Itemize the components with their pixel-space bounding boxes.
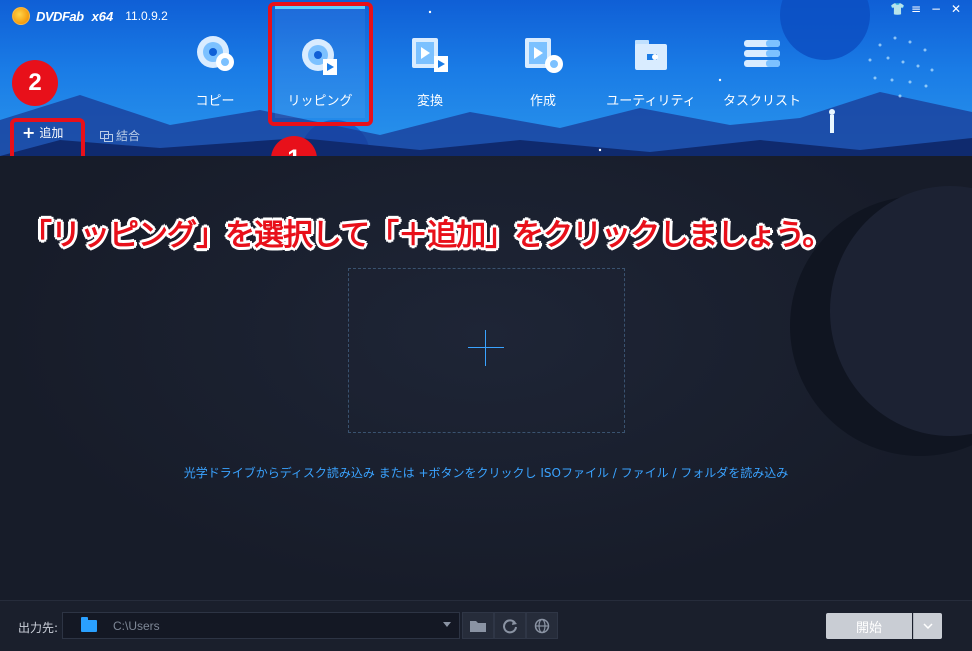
close-icon[interactable]: ✕: [950, 2, 962, 16]
skin-icon[interactable]: 👕: [890, 2, 905, 16]
nav-item-convert[interactable]: 変換: [385, 6, 475, 118]
output-label: 出力先:: [18, 621, 59, 635]
nav-item-create[interactable]: 作成: [498, 6, 588, 118]
menu-icon[interactable]: ≡: [910, 2, 922, 16]
output-path: C:\Users: [113, 619, 160, 633]
video-create-icon: [525, 38, 563, 73]
start-options-button[interactable]: [913, 613, 942, 639]
disc-copy-icon: [197, 36, 234, 71]
folder-icon: [81, 617, 97, 632]
browse-folder-button[interactable]: [462, 612, 494, 639]
open-folder-icon: [470, 620, 486, 632]
nav-label: コピー: [195, 94, 235, 109]
refresh-icon: [503, 618, 517, 633]
dvdfab-logo-icon: [12, 7, 30, 25]
task-list-icon: [744, 40, 780, 67]
globe-icon: [534, 618, 550, 633]
nav-label: 作成: [529, 94, 556, 109]
highlight-ripping: [268, 2, 373, 126]
step-badge-2: 2: [12, 60, 58, 106]
merge-icon: [100, 130, 113, 142]
nav-label: 変換: [416, 94, 443, 109]
start-button[interactable]: 開始: [826, 613, 912, 639]
add-source-plus-icon[interactable]: [468, 330, 504, 366]
video-convert-icon: [412, 38, 448, 72]
hint-text: 光学ドライブからディスク読み込み または +ボタンをクリックし ISOファイル …: [183, 466, 789, 480]
refresh-button[interactable]: [494, 612, 526, 639]
footer-bar: 出力先: C:\Users 開始: [0, 600, 972, 651]
app-logo: DVDFab x64 11.0.9.2: [12, 6, 168, 26]
instruction-text: 「リッピング」を選択して「＋追加」をクリックしましょう。: [22, 218, 832, 253]
merge-label: 結合: [116, 129, 141, 143]
chevron-down-icon: [923, 623, 933, 629]
merge-button[interactable]: 結合: [100, 127, 140, 144]
app-version: 11.0.9.2: [125, 9, 168, 23]
toolbox-icon: [635, 40, 667, 70]
nav-item-copy[interactable]: コピー: [170, 6, 260, 118]
nav-item-task-list[interactable]: タスクリスト: [717, 6, 807, 118]
app-name: DVDFab: [36, 8, 84, 24]
app-arch: x64: [91, 8, 114, 24]
nav-item-utility[interactable]: ユーティリティ: [606, 6, 696, 118]
web-button[interactable]: [526, 612, 558, 639]
nav-label: ユーティリティ: [606, 94, 696, 109]
chevron-down-icon[interactable]: [443, 622, 451, 627]
header-banner: DVDFab x64 11.0.9.2 👕 ≡ − ✕ コピー リッピング 変換…: [0, 0, 972, 156]
output-path-select[interactable]: C:\Users: [62, 612, 460, 639]
window-controls: 👕 ≡ − ✕: [890, 2, 962, 16]
nav-label: タスクリスト: [722, 94, 801, 109]
minimize-icon[interactable]: −: [930, 2, 942, 16]
